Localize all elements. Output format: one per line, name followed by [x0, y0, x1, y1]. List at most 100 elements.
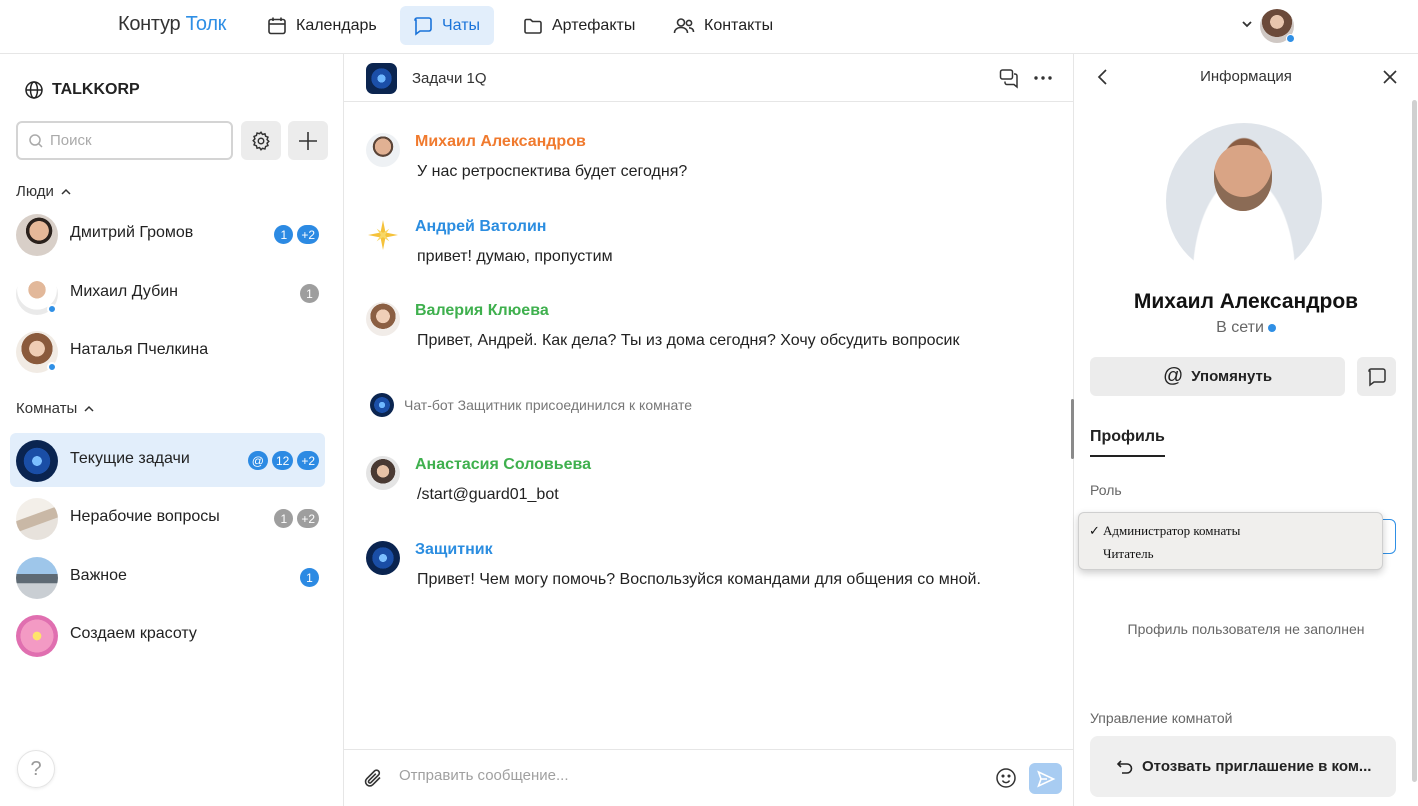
mention-button[interactable]: @ Упомянуть [1090, 357, 1345, 396]
unread-badge: 12 [271, 451, 294, 470]
nav-artifacts[interactable]: Артефакты [510, 6, 649, 45]
badges: 1 [300, 284, 319, 303]
avatar [16, 214, 58, 256]
message-text: привет! думаю, пропустим [417, 248, 613, 265]
sparkle-icon[interactable] [366, 218, 400, 252]
nav-contacts-label: Контакты [704, 16, 774, 34]
message-author[interactable]: Валерия Клюева [415, 302, 549, 320]
send-icon [1036, 769, 1055, 788]
message-author[interactable]: Андрей Ватолин [415, 218, 546, 236]
top-bar: Контур Толк Календарь Чаты Артефакты Кон… [0, 0, 1418, 54]
room-avatar [16, 440, 58, 482]
unread-badge: 1 [300, 284, 319, 303]
paperclip-icon[interactable] [362, 767, 384, 789]
room-item[interactable]: Текущие задачи @ 12 +2 [10, 433, 325, 487]
add-button[interactable] [288, 121, 328, 160]
message-input[interactable] [399, 767, 979, 784]
message-text: У нас ретроспектива будет сегодня? [417, 163, 688, 180]
person-name: Дмитрий Громов [70, 224, 194, 241]
profile-avatar[interactable] [1166, 123, 1322, 279]
rooms-section-toggle[interactable]: Комнаты [16, 400, 95, 417]
logo[interactable]: Контур Толк [118, 13, 226, 36]
room-name: Текущие задачи [70, 450, 190, 467]
emoji-icon[interactable] [995, 767, 1017, 789]
info-panel: Информация Михаил Александров В сети @ У… [1074, 54, 1418, 806]
system-message: Чат-бот Защитник присоединился к комнате [370, 393, 692, 417]
plus-icon [299, 131, 317, 150]
message-author[interactable]: Защитник [415, 541, 493, 559]
more-icon[interactable] [1032, 67, 1054, 89]
nav-chats[interactable]: Чаты [400, 6, 495, 45]
search-box[interactable] [16, 121, 233, 160]
info-title: Информация [1200, 68, 1292, 85]
message-text: /start@guard01_bot [417, 486, 559, 503]
chat-icon [414, 16, 432, 36]
bot-avatar [370, 393, 394, 417]
nav-contacts[interactable]: Контакты [660, 6, 787, 45]
mention-label: Упомянуть [1191, 368, 1273, 385]
chevron-up-icon [61, 188, 71, 195]
room-item[interactable]: Важное 1 [10, 550, 325, 604]
help-button[interactable]: ? [17, 750, 55, 788]
person-item[interactable]: Дмитрий Громов 1 +2 [10, 207, 325, 261]
room-item[interactable]: Нерабочие вопросы 1 +2 [10, 491, 325, 545]
threads-icon[interactable] [998, 67, 1020, 89]
badges: 1 +2 [274, 509, 319, 528]
online-indicator [47, 304, 57, 314]
room-name: Нерабочие вопросы [70, 508, 220, 525]
chat-avatar[interactable] [366, 63, 397, 94]
online-indicator [1267, 323, 1276, 332]
check-icon: ✓ [1089, 523, 1100, 538]
revoke-invite-label: Отозвать приглашение в ком... [1142, 758, 1372, 775]
close-icon[interactable] [1380, 67, 1400, 87]
room-avatar [16, 615, 58, 657]
manage-room-label: Управление комнатой [1090, 710, 1233, 726]
role-option[interactable]: Читатель [1103, 546, 1154, 562]
unread-badge: 1 [300, 568, 319, 587]
message-author[interactable]: Михаил Александров [415, 133, 586, 151]
role-label: Роль [1090, 482, 1122, 498]
online-indicator [1286, 34, 1295, 43]
sidebar: TALKKORP Люди Дмитрий Громов 1 +2 [0, 54, 344, 806]
badges: 1 +2 [274, 225, 319, 244]
people-section-toggle[interactable]: Люди [16, 183, 72, 200]
message-avatar[interactable] [366, 302, 400, 336]
settings-button[interactable] [241, 121, 281, 160]
rooms-section-label: Комнаты [16, 400, 78, 417]
person-item[interactable]: Наталья Пчелкина [10, 324, 325, 378]
revoke-invite-button[interactable]: Отозвать приглашение в ком... [1090, 736, 1396, 797]
contacts-icon [673, 17, 695, 33]
message-avatar[interactable] [366, 456, 400, 490]
person-name: Михаил Дубин [70, 283, 179, 300]
online-indicator [47, 362, 57, 372]
empty-profile-text: Профиль пользователя не заполнен [1127, 621, 1365, 637]
scrollbar[interactable] [1412, 100, 1417, 782]
mention-badge: @ [247, 451, 268, 470]
message-author[interactable]: Анастасия Соловьева [415, 456, 591, 474]
room-item[interactable]: Создаем красоту [10, 608, 325, 662]
message-icon [1367, 367, 1386, 386]
chat-title[interactable]: Задачи 1Q [412, 70, 487, 87]
tab-profile[interactable]: Профиль [1090, 428, 1165, 457]
message-text: Привет, Андрей. Как дела? Ты из дома сег… [417, 332, 960, 349]
person-item[interactable]: Михаил Дубин 1 [10, 266, 325, 320]
message-avatar[interactable] [366, 541, 400, 575]
direct-message-button[interactable] [1357, 357, 1396, 396]
profile-status: В сети [1074, 319, 1418, 337]
extra-badge: +2 [297, 451, 319, 470]
nav-chats-label: Чаты [442, 16, 481, 34]
send-button[interactable] [1029, 763, 1062, 794]
nav-calendar[interactable]: Календарь [254, 6, 391, 45]
room-avatar [16, 498, 58, 540]
nav-calendar-label: Календарь [296, 16, 377, 34]
role-option[interactable]: Администратор комнаты [1103, 523, 1240, 539]
system-message-text: Чат-бот Защитник присоединился к комнате [404, 397, 692, 413]
search-input[interactable] [50, 132, 220, 149]
composer [344, 749, 1074, 806]
message-avatar[interactable] [366, 133, 400, 167]
org-name: TALKKORP [52, 81, 140, 98]
chevron-down-icon[interactable] [1240, 17, 1254, 31]
org-switcher[interactable]: TALKKORP [24, 80, 140, 100]
badges: 1 [300, 568, 319, 587]
people-section-label: Люди [16, 183, 54, 200]
